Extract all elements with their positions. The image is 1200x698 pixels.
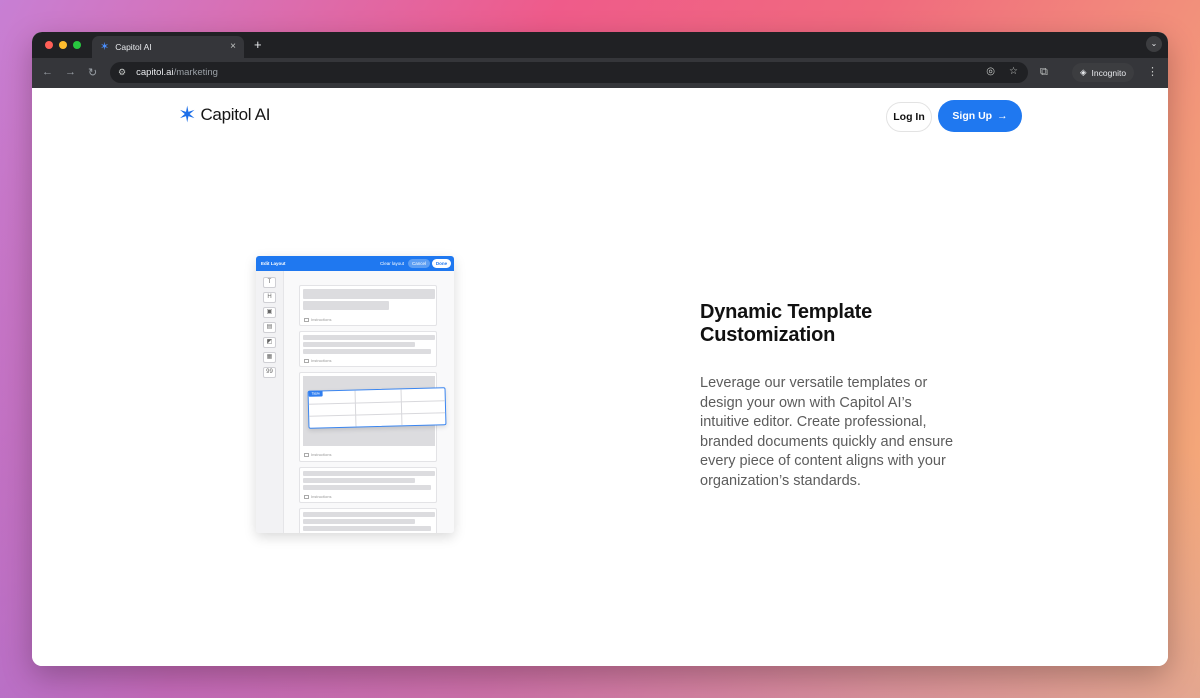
web-page: ✶ Capitol AI Log In Sign Up → Edit Layou…: [32, 88, 1168, 666]
browser-menu-icon[interactable]: ⋮: [1147, 65, 1158, 78]
minimize-window-button[interactable]: [59, 41, 67, 49]
table-col-line: [400, 389, 403, 426]
text-tool-icon: T: [263, 277, 276, 288]
clear-layout-label: Clear layout: [380, 261, 405, 266]
layout-block: Instructions: [299, 285, 437, 326]
layout-block: Instructions: [299, 331, 437, 367]
login-button[interactable]: Log In: [886, 102, 932, 132]
media-tool-icon: ▤: [263, 322, 276, 333]
extensions-icon[interactable]: ⧉: [1040, 66, 1048, 79]
close-tab-icon[interactable]: ×: [230, 41, 236, 52]
table-row-line: [309, 412, 446, 417]
image-tool-icon: ▣: [263, 307, 276, 318]
placeholder-bar: [303, 519, 415, 524]
url-text: capitol.ai/marketing: [136, 67, 218, 78]
back-arrow-icon[interactable]: ←: [42, 66, 53, 78]
placeholder-bar: [303, 349, 431, 354]
placeholder-bar: [303, 478, 415, 483]
eye-off-icon[interactable]: ◎: [986, 66, 995, 77]
logo-text: Capitol AI: [200, 105, 271, 124]
site-logo[interactable]: ✶ Capitol AI: [178, 102, 271, 127]
editor-done-button: Done: [432, 259, 451, 268]
reload-icon[interactable]: ↻: [88, 66, 97, 79]
heading-tool-icon: H: [263, 292, 276, 303]
feature-description: Leverage our versatile templates or desi…: [700, 375, 954, 489]
table-tool-icon: ▦: [263, 352, 276, 363]
forward-arrow-icon[interactable]: →: [65, 66, 76, 78]
tab-capitol-ai[interactable]: ✶ Capitol AI ×: [92, 36, 244, 58]
incognito-icon: ◈: [1080, 67, 1087, 77]
table-row-line: [308, 400, 445, 405]
placeholder-bar: [303, 289, 435, 299]
editor-toolbox: T H ▣ ▤ ◩ ▦ 99: [256, 271, 284, 533]
incognito-label: Incognito: [1091, 67, 1127, 78]
window-controls: [45, 41, 81, 49]
url-domain: capitol.ai: [136, 67, 174, 78]
placeholder-bar: [303, 471, 435, 476]
tab-bar: ✶ Capitol AI × + ⌄: [32, 32, 1168, 58]
editor-title: Edit Layout: [261, 261, 286, 266]
quote-tool-icon: 99: [263, 367, 276, 378]
bookmark-star-icon[interactable]: ☆: [1009, 66, 1018, 77]
capitol-star-icon: ✶: [178, 102, 197, 127]
address-bar-actions: ◎ ☆: [986, 66, 1018, 77]
browser-toolbar: ← → ↻ ⚙ capitol.ai/marketing ◎ ☆ ⧉ ◈ Inc…: [32, 58, 1168, 88]
incognito-badge[interactable]: ◈ Incognito: [1072, 63, 1135, 82]
feature-heading: Dynamic Template Customization: [700, 301, 873, 346]
placeholder-bar: [303, 342, 415, 347]
tab-search-chevron-icon[interactable]: ⌄: [1146, 36, 1162, 52]
editor-cancel-button: Cancel: [408, 259, 430, 268]
instructions-label: Instructions: [304, 317, 331, 322]
maximize-window-button[interactable]: [73, 41, 81, 49]
signup-label: Sign Up: [952, 110, 993, 122]
chart-tool-icon: ◩: [263, 337, 276, 348]
site-settings-icon[interactable]: ⚙: [118, 67, 126, 78]
placeholder-bar: [303, 512, 435, 517]
instructions-label: Instructions: [304, 452, 331, 457]
table-col-line: [354, 390, 357, 427]
close-window-button[interactable]: [45, 41, 53, 49]
signup-button[interactable]: Sign Up →: [938, 100, 1022, 132]
table-tag: Table: [308, 390, 324, 397]
layout-block: Instructions: [299, 467, 437, 503]
dragged-table-block: Table: [307, 387, 447, 429]
capitol-favicon-icon: ✶: [100, 40, 110, 53]
new-tab-button[interactable]: +: [254, 37, 262, 52]
placeholder-bar: [303, 526, 431, 531]
instructions-label: Instructions: [304, 358, 331, 363]
layout-block: [299, 508, 437, 533]
placeholder-bar: [303, 335, 435, 340]
address-bar[interactable]: ⚙ capitol.ai/marketing ◎ ☆: [110, 62, 1028, 83]
instructions-label: Instructions: [304, 494, 331, 499]
placeholder-bar: [303, 485, 431, 490]
editor-header: Edit Layout Clear layout Cancel Done: [256, 256, 454, 271]
browser-window: ✶ Capitol AI × + ⌄ ← → ↻ ⚙ capitol.ai/ma…: [32, 32, 1168, 666]
tab-title: Capitol AI: [115, 42, 152, 52]
placeholder-bar: [303, 301, 389, 310]
url-path: /marketing: [173, 67, 218, 78]
editor-illustration: Edit Layout Clear layout Cancel Done T H…: [256, 256, 454, 533]
arrow-right-icon: →: [997, 110, 1008, 122]
